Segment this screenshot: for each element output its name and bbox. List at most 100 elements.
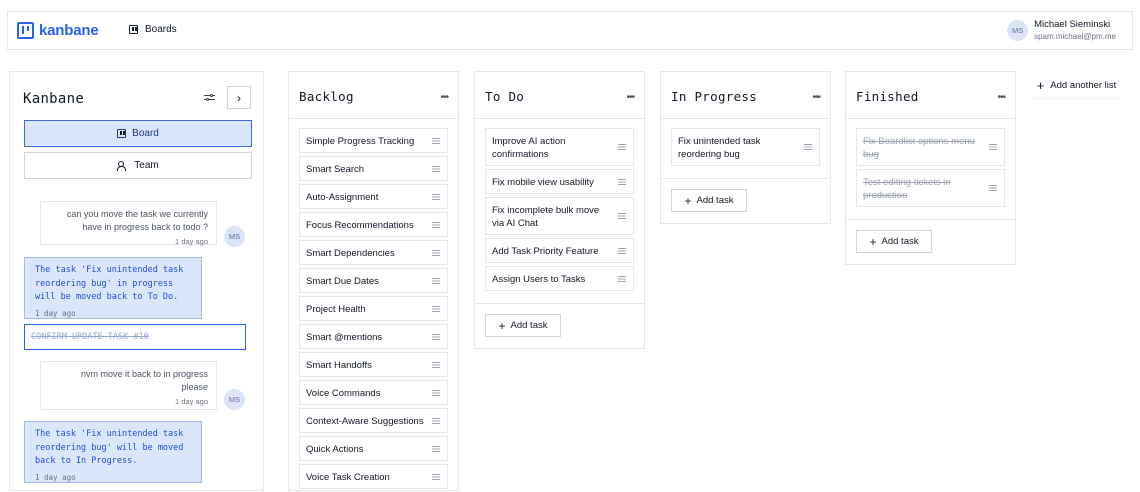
- drag-handle-icon[interactable]: [618, 247, 626, 254]
- task-list: Fix unintended task reordering bug: [671, 128, 820, 169]
- settings-sliders-icon[interactable]: [204, 93, 215, 103]
- task-card[interactable]: Improve AI action confirmations: [485, 128, 634, 166]
- add-task-label: Add task: [510, 320, 548, 331]
- task-card[interactable]: Add Task Priority Feature: [485, 238, 634, 263]
- drag-handle-icon[interactable]: [432, 137, 440, 144]
- drag-handle-icon[interactable]: [432, 305, 440, 312]
- task-list: Fix Boardlist options menu bug Test edit…: [856, 128, 1005, 210]
- task-title: Smart Dependencies: [306, 248, 395, 259]
- plus-icon: +: [869, 234, 877, 249]
- task-card[interactable]: Fix unintended task reordering bug: [671, 128, 820, 166]
- task-card[interactable]: Smart Search: [299, 156, 448, 181]
- task-card[interactable]: Smart Dependencies: [299, 240, 448, 265]
- task-card[interactable]: Smart Due Dates: [299, 268, 448, 293]
- team-icon: [117, 161, 128, 171]
- chevron-right-icon: ›: [237, 90, 241, 105]
- add-task-button[interactable]: + Add task: [485, 314, 561, 337]
- column-divider: [289, 118, 458, 119]
- task-list: Simple Progress Tracking Smart Search Au…: [299, 128, 448, 492]
- drag-handle-icon[interactable]: [432, 221, 440, 228]
- nav-boards-label: Boards: [145, 24, 177, 35]
- tab-team-label: Team: [134, 160, 159, 171]
- drag-handle-icon[interactable]: [432, 361, 440, 368]
- add-another-list-button[interactable]: + Add another list: [1029, 73, 1124, 99]
- plus-icon: +: [498, 318, 506, 333]
- tab-board[interactable]: Board: [24, 120, 252, 147]
- task-card[interactable]: Fix incomplete bulk move via AI Chat: [485, 197, 634, 235]
- task-card[interactable]: Context-Aware Suggestions: [299, 408, 448, 433]
- column-divider: [475, 118, 644, 119]
- task-card[interactable]: Focus Recommendations: [299, 212, 448, 237]
- drag-handle-icon[interactable]: [432, 389, 440, 396]
- drag-handle-icon[interactable]: [432, 473, 440, 480]
- task-title: Add Task Priority Feature: [492, 246, 599, 257]
- drag-handle-icon[interactable]: [432, 249, 440, 256]
- add-task-button[interactable]: + Add task: [671, 189, 747, 212]
- tab-team[interactable]: Team: [24, 152, 252, 179]
- nav-boards-link[interactable]: Boards: [129, 24, 177, 35]
- add-list-label: Add another list: [1050, 80, 1117, 91]
- more-options-icon[interactable]: •••: [626, 92, 634, 103]
- kanban-logo-icon: [17, 22, 34, 39]
- drag-handle-icon[interactable]: [618, 275, 626, 282]
- user-menu[interactable]: MS Michael Sieminski spam.michael@pm.me: [1007, 19, 1116, 41]
- task-title: Smart Due Dates: [306, 276, 379, 287]
- add-task-button[interactable]: + Add task: [856, 230, 932, 253]
- drag-handle-icon[interactable]: [989, 185, 997, 191]
- drag-handle-icon[interactable]: [432, 165, 440, 172]
- column-backlog: Backlog ••• Simple Progress Tracking Sma…: [288, 71, 459, 491]
- task-title: Fix Boardlist options menu bug: [863, 136, 975, 160]
- task-title: Context-Aware Suggestions: [306, 416, 424, 427]
- user-message: nvm move it back to in progress please 1…: [40, 361, 217, 410]
- drag-handle-icon[interactable]: [432, 193, 440, 200]
- message-time: 1 day ago: [35, 472, 76, 482]
- confirm-update-task-button[interactable]: CONFIRM UPDATE TASK #10: [24, 324, 246, 350]
- add-task-label: Add task: [696, 195, 734, 206]
- task-card[interactable]: Quick Actions: [299, 436, 448, 461]
- ai-chat-panel: Kanbane › Board Team can you move the ta…: [9, 71, 264, 491]
- chat-title: Kanbane: [23, 91, 85, 107]
- drag-handle-icon[interactable]: [618, 144, 626, 150]
- more-options-icon[interactable]: •••: [812, 92, 820, 103]
- message-time: 1 day ago: [175, 237, 208, 246]
- drag-handle-icon[interactable]: [618, 213, 626, 219]
- task-title: Fix incomplete bulk move via AI Chat: [492, 205, 600, 229]
- app-logo[interactable]: kanbane: [17, 22, 99, 39]
- task-card[interactable]: Simple Progress Tracking: [299, 128, 448, 153]
- drag-handle-icon[interactable]: [432, 417, 440, 424]
- drag-handle-icon[interactable]: [618, 178, 626, 185]
- drag-handle-icon[interactable]: [804, 144, 812, 150]
- task-card[interactable]: Auto-Assignment: [299, 184, 448, 209]
- board-icon: [117, 129, 127, 138]
- task-card[interactable]: Voice Commands: [299, 380, 448, 405]
- drag-handle-icon[interactable]: [432, 445, 440, 452]
- drag-handle-icon[interactable]: [989, 144, 997, 150]
- task-title: Test editing tickets in production: [863, 177, 951, 201]
- message-time: 1 day ago: [35, 308, 76, 318]
- column-divider: [661, 118, 830, 119]
- more-options-icon[interactable]: •••: [997, 92, 1005, 103]
- task-card[interactable]: Fix mobile view usability: [485, 169, 634, 194]
- task-card[interactable]: Assign Users to Tasks: [485, 266, 634, 291]
- task-card[interactable]: Fix Boardlist options menu bug: [856, 128, 1005, 166]
- drag-handle-icon[interactable]: [432, 333, 440, 340]
- task-card[interactable]: Smart Handoffs: [299, 352, 448, 377]
- expand-panel-button[interactable]: ›: [227, 86, 251, 109]
- more-options-icon[interactable]: •••: [440, 92, 448, 103]
- task-card[interactable]: Voice Task Creation: [299, 464, 448, 489]
- message-text: can you move the task we currently have …: [66, 209, 208, 232]
- task-card[interactable]: Test editing tickets in production: [856, 169, 1005, 207]
- board-icon: [129, 25, 138, 34]
- message-text: The task 'Fix unintended task reordering…: [35, 265, 184, 302]
- column-divider: [846, 219, 1015, 220]
- tab-board-label: Board: [132, 128, 159, 139]
- drag-handle-icon[interactable]: [432, 277, 440, 284]
- task-title: Quick Actions: [306, 444, 364, 455]
- column-todo: To Do ••• Improve AI action confirmation…: [474, 71, 645, 349]
- task-title: Voice Commands: [306, 388, 381, 399]
- top-navbar: kanbane Boards MS Michael Sieminski spam…: [7, 11, 1133, 50]
- column-divider: [846, 118, 1015, 119]
- task-card[interactable]: Smart @mentions: [299, 324, 448, 349]
- task-card[interactable]: Project Health: [299, 296, 448, 321]
- task-title: Smart Search: [306, 164, 365, 175]
